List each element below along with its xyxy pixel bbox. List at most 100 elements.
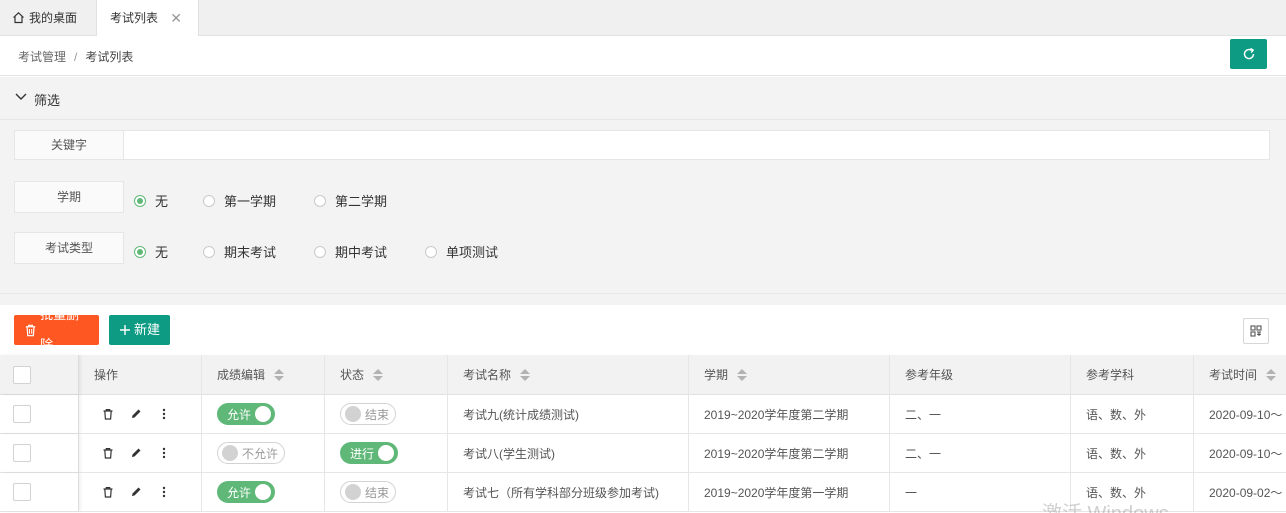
toggle-label: 允许: [227, 407, 252, 422]
keyword-input[interactable]: [123, 130, 1270, 160]
header-score-edit[interactable]: 成绩编辑: [202, 355, 325, 394]
header-label: 考试名称: [463, 368, 512, 382]
breadcrumb-current: 考试列表: [85, 50, 134, 64]
batch-delete-label: 批量删除: [40, 307, 80, 352]
more-icon[interactable]: [150, 404, 178, 424]
table-header: 操作 成绩编辑 状态 考试名称 学期 参考年级 参考学科 考试时间: [0, 355, 1286, 395]
refresh-button[interactable]: [1230, 39, 1267, 69]
header-label: 状态: [340, 368, 365, 382]
exam-name-cell: 考试九(统计成绩测试): [448, 395, 689, 433]
score-edit-toggle[interactable]: 不允许: [217, 442, 286, 464]
header-label: 成绩编辑: [217, 368, 266, 382]
table-row: 允许 结束 考试九(统计成绩测试) 2019~2020学年度第二学期 二、一 语…: [0, 395, 1286, 434]
status-cell: 结束: [325, 473, 448, 511]
exam-name-cell: 考试八(学生测试): [448, 434, 689, 472]
sort-icon[interactable]: [1266, 368, 1277, 381]
filter-panel: 筛选 关键字 学期 无 第一学期 第二学期 考试类型 无 期末考试 期中考试 单…: [0, 77, 1286, 305]
actions-cell: [79, 395, 202, 433]
semester-radio-second[interactable]: 第二学期: [314, 191, 387, 210]
toggle-knob: [222, 445, 238, 461]
radio-dot: [314, 245, 326, 258]
select-all-checkbox[interactable]: [13, 365, 31, 384]
header-exam-name[interactable]: 考试名称: [448, 355, 689, 394]
header-semester[interactable]: 学期: [689, 355, 890, 394]
filter-title: 筛选: [34, 93, 61, 108]
breadcrumb-bar: 考试管理 / 考试列表: [0, 36, 1286, 76]
more-icon[interactable]: [150, 443, 178, 463]
sort-icon[interactable]: [274, 368, 285, 381]
row-checkbox[interactable]: [13, 405, 31, 423]
row-checkbox[interactable]: [13, 444, 31, 462]
column-settings-button[interactable]: [1243, 318, 1269, 344]
score-edit-toggle[interactable]: 允许: [217, 481, 276, 503]
type-radio-final[interactable]: 期末考试: [203, 242, 276, 261]
type-radio-unit[interactable]: 单项测试: [425, 242, 498, 261]
header-actions: 操作: [79, 355, 202, 394]
delete-icon[interactable]: [94, 443, 122, 463]
header-checkbox-cell: [0, 355, 79, 394]
radio-dot: [134, 245, 146, 258]
new-button[interactable]: 新建: [109, 315, 170, 345]
toggle-label: 进行: [350, 446, 375, 461]
tab-home[interactable]: 我的桌面: [0, 0, 95, 36]
grid-icon: [1250, 325, 1262, 337]
toggle-label: 结束: [365, 485, 390, 500]
chevron-down-icon: [15, 93, 27, 100]
batch-delete-button[interactable]: 批量删除: [14, 307, 99, 352]
semester-radio-none[interactable]: 无: [134, 191, 168, 210]
radio-label: 期末考试: [224, 245, 277, 260]
radio-dot: [134, 194, 146, 207]
row-checkbox-cell: [0, 473, 79, 511]
delete-icon[interactable]: [94, 404, 122, 424]
edit-icon[interactable]: [122, 443, 150, 463]
status-toggle[interactable]: 进行: [340, 442, 399, 464]
divider: [0, 293, 1286, 294]
status-cell: 结束: [325, 395, 448, 433]
subjects-cell: 语、数、外: [1071, 434, 1194, 472]
score-edit-cell: 允许: [202, 473, 325, 511]
table-row: 不允许 进行 考试八(学生测试) 2019~2020学年度第二学期 二、一 语、…: [0, 434, 1286, 473]
delete-icon[interactable]: [94, 482, 122, 502]
type-radio-none[interactable]: 无: [134, 242, 168, 261]
radio-dot: [203, 245, 215, 258]
toggle-knob: [345, 406, 361, 422]
status-toggle[interactable]: 结束: [340, 403, 397, 425]
windows-activation-watermark: 激活 Windows: [1042, 497, 1169, 513]
tab-bar: 我的桌面 考试列表 ✕: [0, 0, 1286, 37]
table-toolbar: 批量删除 新建: [0, 305, 1286, 355]
sort-icon[interactable]: [737, 368, 748, 381]
edit-icon[interactable]: [122, 404, 150, 424]
semester-cell: 2019~2020学年度第一学期: [689, 473, 890, 511]
new-label: 新建: [134, 322, 161, 337]
close-icon[interactable]: ✕: [170, 0, 182, 36]
score-edit-toggle[interactable]: 允许: [217, 403, 276, 425]
sort-icon[interactable]: [373, 368, 384, 381]
more-icon[interactable]: [150, 482, 178, 502]
row-checkbox[interactable]: [13, 483, 31, 501]
edit-icon[interactable]: [122, 482, 150, 502]
plus-icon: [120, 325, 130, 335]
trash-icon: [25, 324, 36, 337]
keyword-label: 关键字: [14, 130, 124, 160]
sort-icon[interactable]: [520, 368, 531, 381]
filter-header[interactable]: 筛选: [0, 77, 1286, 120]
semester-radio-first[interactable]: 第一学期: [203, 191, 276, 210]
type-radio-midterm[interactable]: 期中考试: [314, 242, 387, 261]
breadcrumb-parent[interactable]: 考试管理: [18, 50, 66, 64]
header-exam-time[interactable]: 考试时间: [1194, 355, 1286, 394]
toggle-knob: [255, 406, 272, 422]
radio-label: 单项测试: [446, 245, 499, 260]
header-label: 考试时间: [1209, 368, 1258, 382]
exam-type-label: 考试类型: [14, 232, 124, 264]
radio-label: 无: [155, 245, 169, 260]
header-grades: 参考年级: [890, 355, 1071, 394]
status-toggle[interactable]: 结束: [340, 481, 397, 503]
toggle-label: 允许: [227, 485, 252, 500]
header-status[interactable]: 状态: [325, 355, 448, 394]
semester-cell: 2019~2020学年度第二学期: [689, 434, 890, 472]
radio-dot: [425, 245, 437, 258]
exam-name-cell: 考试七（所有学科部分班级参加考试): [448, 473, 689, 511]
tab-exam-list[interactable]: 考试列表 ✕: [96, 0, 199, 37]
radio-label: 无: [155, 194, 169, 209]
toggle-knob: [378, 445, 395, 461]
